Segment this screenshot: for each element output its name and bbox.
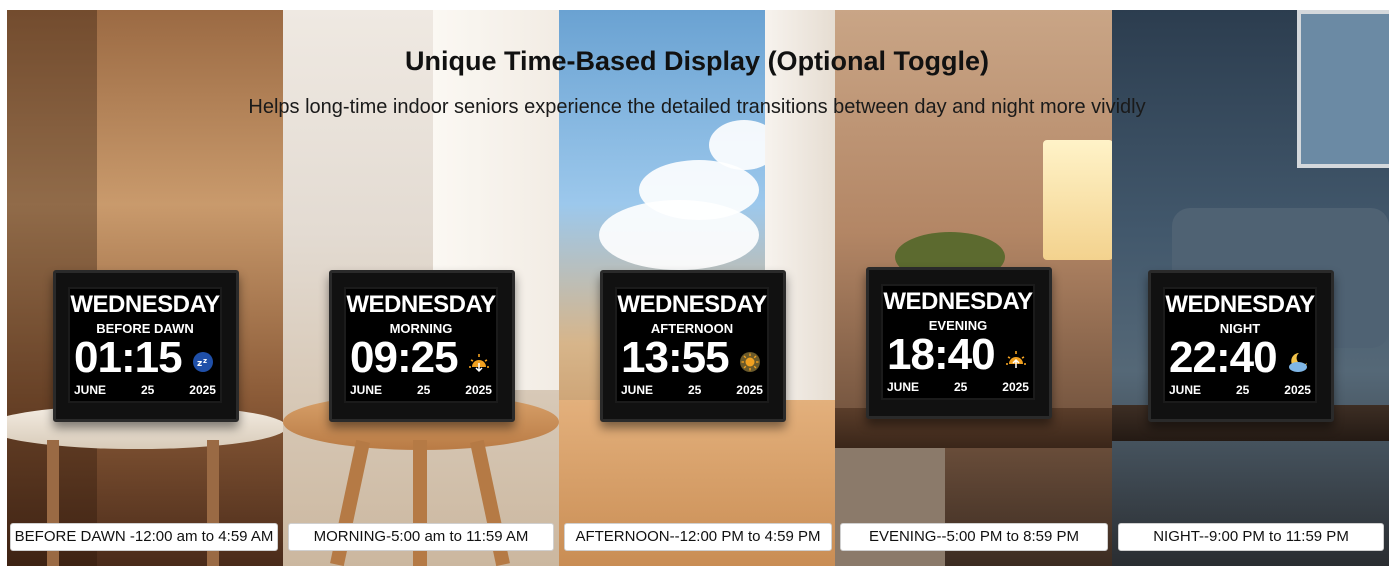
clock-time: 01:15: [74, 333, 183, 382]
table-lamp: [1043, 140, 1112, 260]
sun-icon: [740, 352, 760, 372]
clock-date-number: 25: [140, 383, 155, 397]
cloud: [599, 200, 759, 270]
digital-clock-night: WEDNESDAY NIGHT 22:40 JUNE 25 2025: [1148, 270, 1334, 422]
clock-month: JUNE: [350, 383, 383, 397]
svg-text:z: z: [197, 359, 202, 369]
clock-day: WEDNESDAY: [883, 288, 1033, 315]
sunset-icon: [1006, 351, 1026, 368]
caption-night: NIGHT--9:00 PM to 11:59 PM: [1118, 523, 1384, 551]
clock-date-number: 25: [1235, 383, 1250, 397]
clock-date: JUNE 25 2025: [1169, 383, 1311, 397]
clock-year: 2025: [1002, 380, 1029, 394]
moon-cloud-icon: [1289, 353, 1307, 372]
clock-time: 09:25: [350, 333, 459, 382]
caption-evening: EVENING--5:00 PM to 8:59 PM: [840, 523, 1108, 551]
caption-morning: MORNING-5:00 am to 11:59 AM: [288, 523, 554, 551]
clock-year: 2025: [465, 383, 492, 397]
page-title: Unique Time-Based Display (Optional Togg…: [404, 46, 990, 76]
digital-clock-evening: WEDNESDAY EVENING 18:40 JUNE 25 2025: [866, 267, 1052, 419]
clock-date: JUNE 25 2025: [887, 380, 1029, 394]
clock-year: 2025: [189, 383, 216, 397]
clock-date: JUNE 25 2025: [350, 383, 492, 397]
clock-day: WEDNESDAY: [1165, 291, 1315, 318]
clock-month: JUNE: [1169, 383, 1202, 397]
page-subtitle: Helps long-time indoor seniors experienc…: [248, 96, 1146, 118]
clock-month: JUNE: [621, 383, 654, 397]
wall-picture-frame: [1297, 10, 1389, 168]
clock-screen: WEDNESDAY NIGHT 22:40 JUNE 25 2025: [1163, 287, 1317, 403]
digital-clock-afternoon: WEDNESDAY AFTERNOON 13:55 JUNE 25 2025: [600, 270, 786, 422]
clock-day: WEDNESDAY: [70, 291, 220, 318]
clock-screen: WEDNESDAY EVENING 18:40 JUNE 25 2025: [881, 284, 1035, 400]
svg-text:z: z: [203, 357, 207, 365]
clock-date-number: 25: [687, 383, 702, 397]
clock-month: JUNE: [887, 380, 920, 394]
clock-time: 13:55: [621, 333, 730, 382]
clock-year: 2025: [736, 383, 763, 397]
clock-time: 18:40: [887, 330, 996, 379]
caption-before-dawn: BEFORE DAWN -12:00 am to 4:59 AM: [10, 523, 278, 551]
clock-screen: WEDNESDAY AFTERNOON 13:55 JUNE 25 2025: [615, 287, 769, 403]
clock-date-number: 25: [416, 383, 431, 397]
digital-clock-morning: WEDNESDAY MORNING 09:25 JUNE 25 2025: [329, 270, 515, 422]
clock-month: JUNE: [74, 383, 107, 397]
digital-clock-before-dawn: WEDNESDAY BEFORE DAWN 01:15 z z JUNE 25 …: [53, 270, 239, 422]
clock-screen: WEDNESDAY MORNING 09:25 JUNE 25 2025: [344, 287, 498, 403]
clock-year: 2025: [1284, 383, 1311, 397]
clock-date-number: 25: [953, 380, 968, 394]
clock-screen: WEDNESDAY BEFORE DAWN 01:15 z z JUNE 25 …: [68, 287, 222, 403]
clock-day: WEDNESDAY: [617, 291, 767, 318]
clock-time: 22:40: [1169, 333, 1278, 382]
sleep-zz-icon: z z: [193, 352, 213, 372]
sunrise-icon: [469, 354, 489, 373]
caption-afternoon: AFTERNOON--12:00 PM to 4:59 PM: [564, 523, 832, 551]
clock-date: JUNE 25 2025: [74, 383, 216, 397]
clock-day: WEDNESDAY: [346, 291, 496, 318]
clock-date: JUNE 25 2025: [621, 383, 763, 397]
